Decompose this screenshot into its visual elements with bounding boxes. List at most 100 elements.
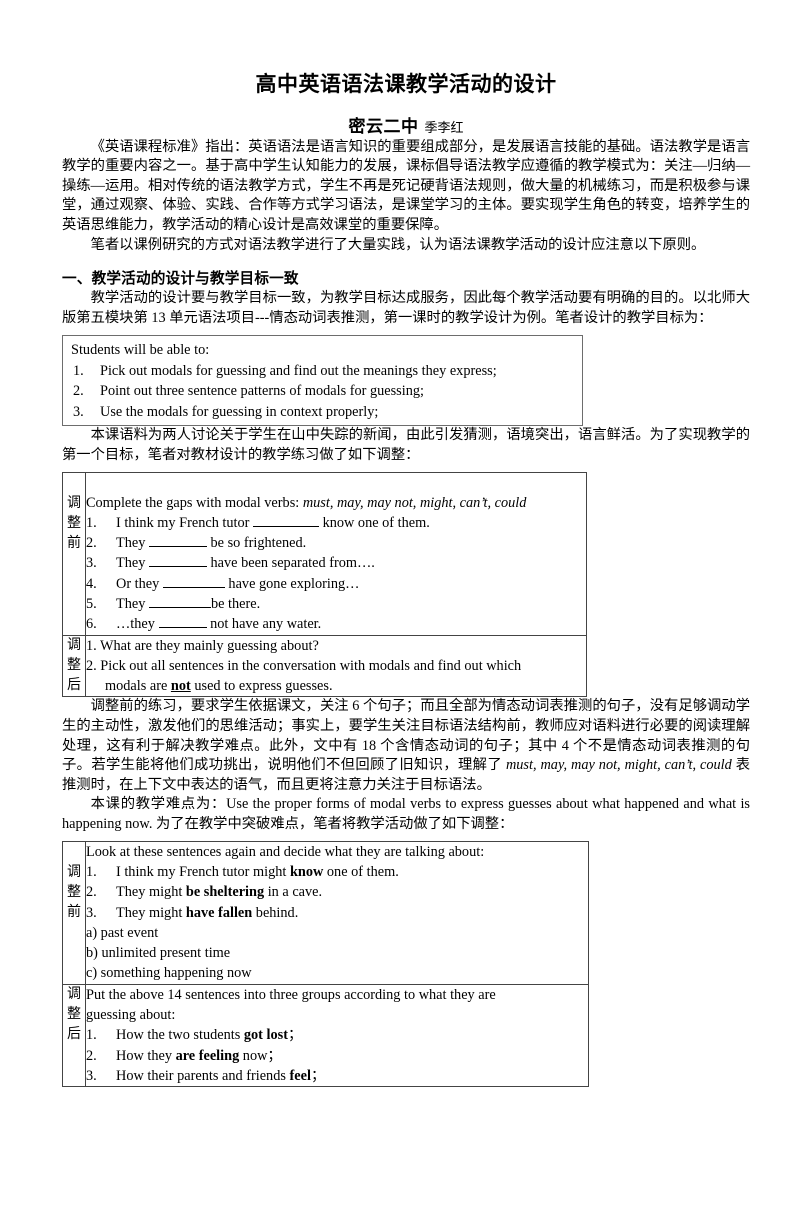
- label-char: 整: [67, 884, 81, 900]
- difficulty-paragraph: 本课的教学难点为：Use the proper forms of modal v…: [62, 795, 750, 834]
- list-item: 1. I think my French tutor know one of th…: [86, 513, 586, 533]
- sentence-pre: I think my French tutor might: [116, 863, 290, 880]
- question-2: 2. Pick out all sentences in the convers…: [86, 656, 586, 676]
- sentence-post: know one of them.: [319, 514, 430, 531]
- sentence-pre: Or they: [116, 575, 163, 592]
- label-char: 后: [67, 678, 81, 694]
- sentence-pre: They: [116, 596, 149, 612]
- answer-blank[interactable]: [253, 514, 319, 527]
- intro-paragraph-1: 《英语课程标准》指出：英语语法是语言知识的重要组成部分，是发展语言技能的基础。语…: [62, 138, 750, 233]
- table-row: 调 整 后 Put the above 14 sentences into th…: [62, 983, 589, 1088]
- activity-sentence-list: 1. I think my French tutor might know one…: [86, 862, 588, 923]
- table-row: 调 整 后 1. What are they mainly guessing a…: [62, 634, 587, 698]
- option-c: c) something happening now: [86, 965, 252, 982]
- section1-paragraph: 教学活动的设计要与教学目标一致，为教学目标达成服务，因此每个教学活动要有明确的目…: [62, 290, 750, 326]
- sentence-pre: How they: [116, 1047, 176, 1064]
- sentence-pre: I think my French tutor: [116, 514, 253, 531]
- sentence-pre: They: [116, 535, 149, 552]
- list-number: 1.: [86, 514, 97, 531]
- sentence-post: in a cave.: [264, 884, 323, 901]
- sentence-pre: …they: [116, 616, 159, 633]
- list-item: 1. Pick out modals for guessing and find …: [71, 361, 576, 382]
- question-2-line2: modals are not used to express guesses.: [86, 676, 586, 696]
- gap-fill-prompt: Complete the gaps with modal verbs: must…: [86, 493, 586, 513]
- page-title: 高中英语语法课教学活动的设计: [255, 72, 557, 96]
- list-text: Use the modals for guessing in context p…: [100, 403, 379, 420]
- list-number: 3.: [86, 1067, 97, 1084]
- label-char: 后: [67, 1027, 81, 1043]
- list-text: Point out three sentence patterns of mod…: [100, 383, 424, 400]
- activity-intro: Look at these sentences again and decide…: [86, 843, 485, 860]
- sentence-post: behind.: [252, 904, 299, 921]
- table-row: 调 整 前 Complete the gaps with modal verbs…: [62, 471, 587, 636]
- gap-fill-list: 1. I think my French tutor know one of th…: [86, 513, 586, 635]
- answer-blank[interactable]: [148, 534, 207, 548]
- after-objectives-paragraph: 本课语料为两人讨论关于学生在山中失踪的新闻，由此引发猜测，语境突出，语言鲜活。为…: [62, 427, 750, 463]
- sentence-post: be so frightened.: [206, 535, 307, 552]
- list-number: 3.: [86, 904, 97, 921]
- list-number: 2.: [86, 1047, 97, 1064]
- sentence-pre: They might: [116, 904, 186, 921]
- difficulty-tail: 为了在教学中突破难点，笔者将教学活动做了如下调整：: [152, 816, 514, 833]
- sentence-pre: They might: [116, 884, 186, 901]
- prompt-modals: must, may, may not, might, can’t, could: [302, 494, 527, 511]
- list-number: 1.: [73, 362, 84, 379]
- list-item: 6. …they not have any water.: [86, 614, 586, 634]
- list-number: 3.: [73, 403, 84, 420]
- answer-blank[interactable]: [158, 616, 207, 629]
- sentence-pre: How their parents and friends: [116, 1067, 290, 1084]
- intro-paragraph-2: 笔者以课例研究的方式对语法教学进行了大量实践，认为语法课教学活动的设计应注意以下…: [90, 236, 706, 253]
- list-item: 1. I think my French tutor might know one…: [86, 862, 588, 882]
- list-item: 3. They have been separated from….: [86, 553, 586, 573]
- sentence-post: have been separated from….: [206, 555, 375, 572]
- label-char: 前: [67, 905, 81, 921]
- label-char: 调: [67, 495, 81, 511]
- label-char: 前: [67, 536, 81, 552]
- option-b: b) unlimited present time: [86, 945, 231, 962]
- question-2-pre: modals are: [105, 678, 171, 695]
- list-number: 2.: [73, 383, 84, 400]
- list-item: 3. They might have fallen behind.: [86, 903, 588, 923]
- sentence-post: ；: [310, 1067, 326, 1084]
- sentence-pre: How the two students: [116, 1027, 244, 1044]
- grouping-list: 1. How the two students got lost； 2. How t…: [86, 1025, 588, 1086]
- answer-blank[interactable]: [162, 575, 225, 588]
- before-content-cell-2: Look at these sentences again and decide…: [85, 840, 589, 985]
- answer-blank[interactable]: [148, 595, 211, 608]
- grouping-intro-line1: Put the above 14 sentences into three gr…: [86, 986, 496, 1003]
- answer-blank[interactable]: [148, 555, 207, 568]
- objectives-intro: Students will be able to:: [71, 342, 210, 359]
- label-char: 整: [67, 657, 81, 673]
- question-1: 1. What are they mainly guessing about?: [86, 637, 319, 654]
- sentence-post: one of them.: [323, 863, 399, 880]
- label-char: 整: [67, 1007, 81, 1023]
- sentence-emphasis: got lost: [243, 1027, 288, 1044]
- objectives-box: Students will be able to: 1. Pick out mod…: [62, 335, 583, 427]
- label-char: 调: [67, 986, 81, 1002]
- sentence-post: ；: [287, 1027, 303, 1044]
- question-2-emphasis: not: [170, 678, 191, 695]
- list-item: 5. They be there.: [86, 594, 586, 614]
- before-label-cell-2: 调 整 前: [62, 840, 86, 985]
- adjustment-table-2: 调 整 前 Look at these sentences again and …: [62, 840, 589, 1088]
- analysis-italic-modals: must, may, may not, might, can’t, could: [505, 757, 732, 774]
- analysis-paragraph: 调整前的练习，要求学生依据课文，关注 6 个句子；而且全部为情态动词表推测的句子…: [62, 697, 750, 795]
- list-number: 2.: [86, 884, 97, 901]
- section-heading-1: 一、教学活动的设计与教学目标一致: [62, 271, 299, 288]
- option-a: a) past event: [86, 924, 159, 941]
- list-number: 2.: [86, 535, 97, 552]
- sentence-post: have gone exploring…: [224, 575, 360, 592]
- objectives-list: 1. Pick out modals for guessing and find …: [71, 361, 576, 423]
- list-number: 4.: [86, 575, 97, 592]
- adjustment-table-1: 调 整 前 Complete the gaps with modal verbs…: [62, 471, 587, 698]
- sentence-post: now；: [239, 1047, 282, 1064]
- school-name: 密云二中: [348, 117, 419, 137]
- grouping-intro-line2: guessing about:: [86, 1007, 176, 1024]
- list-item: 2. They be so frightened.: [86, 533, 586, 553]
- list-number: 1.: [86, 1027, 97, 1044]
- author-name: 季李红: [424, 120, 464, 136]
- sentence-post: be there.: [210, 596, 261, 612]
- after-label-cell-1: 调 整 后: [62, 634, 86, 698]
- list-item: 4. Or they have gone exploring…: [86, 574, 586, 594]
- sentence-emphasis: have fallen: [185, 904, 253, 921]
